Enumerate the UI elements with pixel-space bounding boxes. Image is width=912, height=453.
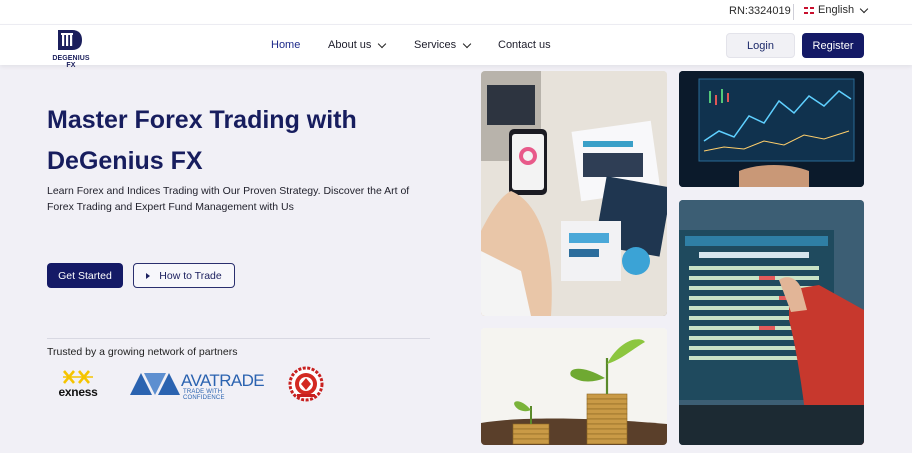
main-navbar: DEGENIUS FX Home About us Services Conta… xyxy=(0,24,912,69)
brand-logo[interactable]: DEGENIUS FX xyxy=(47,28,95,69)
top-utility-bar: RN:3324019 English xyxy=(0,0,912,24)
trading-screens-illustration-icon xyxy=(679,71,864,187)
chevron-down-icon xyxy=(859,4,869,13)
how-to-trade-button[interactable]: How to Trade xyxy=(133,263,235,288)
register-button[interactable]: Register xyxy=(802,33,864,58)
exness-wordmark: exness xyxy=(58,385,98,399)
stock-listing-monitor-photo xyxy=(679,200,864,445)
avatrade-mark-icon xyxy=(130,373,180,395)
play-icon xyxy=(146,272,151,279)
chevron-down-icon xyxy=(462,39,472,48)
language-selector[interactable]: English xyxy=(804,4,869,16)
topbar-divider xyxy=(793,4,794,20)
hero-title: Master Forex Trading with DeGenius FX xyxy=(47,100,447,182)
nav-home[interactable]: Home xyxy=(271,39,300,51)
analytics-phone-photo xyxy=(481,71,667,316)
certification-seal-icon xyxy=(288,366,324,402)
nav-contact-us[interactable]: Contact us xyxy=(498,39,551,51)
brand-name: DEGENIUS FX xyxy=(52,55,90,69)
hero-title-line2: DeGenius FX xyxy=(47,147,203,175)
nav-services[interactable]: Services xyxy=(414,39,472,51)
nav-about-us-label: About us xyxy=(328,39,372,51)
avatrade-tagline: TRADE WITH CONFIDENCE xyxy=(183,389,225,401)
uk-flag-icon xyxy=(804,6,814,14)
get-started-button[interactable]: Get Started xyxy=(47,263,123,288)
hero-title-line1: Master Forex Trading with xyxy=(47,106,357,134)
exness-mark-icon xyxy=(63,370,93,384)
analytics-phone-illustration-icon xyxy=(481,71,667,316)
coin-stacks-plants-photo xyxy=(481,328,667,445)
partners-heading: Trusted by a growing network of partners xyxy=(47,346,238,358)
nav-services-label: Services xyxy=(414,39,457,51)
coin-stacks-illustration-icon xyxy=(481,328,667,445)
stock-listing-illustration-icon xyxy=(679,200,864,445)
trading-screens-photo xyxy=(679,71,864,187)
login-button[interactable]: Login xyxy=(726,33,795,58)
hero-description: Learn Forex and Indices Trading with Our… xyxy=(47,185,410,213)
language-label: English xyxy=(818,4,855,16)
avatrade-logo: AVATRADE TRADE WITH CONFIDENCE xyxy=(130,371,265,401)
how-to-trade-label: How to Trade xyxy=(159,269,222,282)
partners-divider xyxy=(47,338,430,339)
nav-home-label: Home xyxy=(271,39,301,51)
registration-number: RN:3324019 xyxy=(729,5,791,17)
nav-contact-us-label: Contact us xyxy=(498,39,551,51)
chevron-down-icon xyxy=(378,39,387,48)
avatrade-wordmark: AVATRADE xyxy=(181,371,265,390)
nav-about-us[interactable]: About us xyxy=(328,39,387,51)
exness-logo: exness xyxy=(53,370,103,399)
degenius-logo-icon xyxy=(58,30,82,50)
